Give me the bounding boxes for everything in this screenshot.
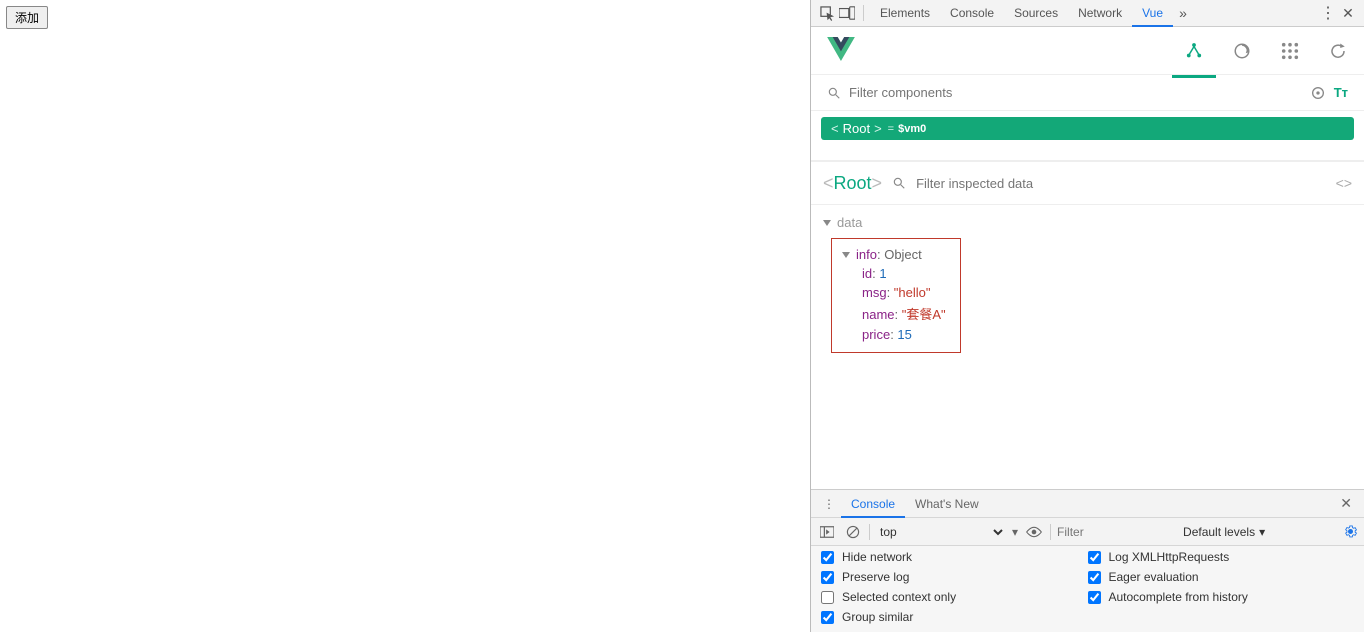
angle-open: < — [831, 121, 839, 136]
open-in-editor-icon[interactable]: <> — [1336, 175, 1352, 191]
separator — [1050, 524, 1051, 540]
prop-msg: msg: "hello" — [862, 283, 946, 302]
add-button[interactable]: 添加 — [6, 6, 48, 29]
tab-vue[interactable]: Vue — [1132, 0, 1173, 27]
tab-sources[interactable]: Sources — [1004, 0, 1068, 27]
search-icon — [827, 86, 841, 100]
device-toolbar-icon[interactable] — [837, 3, 857, 23]
opt-preserve-log[interactable]: Preserve log — [821, 570, 1088, 584]
angle-close: > — [874, 121, 882, 136]
more-tabs-icon[interactable]: » — [1173, 3, 1193, 23]
refresh-icon[interactable] — [1328, 41, 1348, 61]
opt-selected-context[interactable]: Selected context only — [821, 590, 1088, 604]
eq-sign: = — [888, 123, 894, 135]
tree-node-label: Root — [843, 121, 870, 136]
devtools-menu-icon[interactable]: ⋮ — [1318, 3, 1338, 23]
clear-console-icon[interactable] — [843, 522, 863, 542]
search-icon — [892, 176, 906, 190]
vuex-tab-icon[interactable] — [1232, 41, 1252, 61]
devtools-close-icon[interactable]: ✕ — [1338, 3, 1358, 23]
console-options: Hide network Log XMLHttpRequests Preserv… — [811, 546, 1364, 632]
console-toolbar: top ▾ Default levels▾ — [811, 518, 1364, 546]
opt-hide-network[interactable]: Hide network — [821, 550, 1088, 564]
drawer-close-icon[interactable]: ✕ — [1334, 495, 1358, 512]
log-levels-select[interactable]: Default levels▾ — [1183, 525, 1265, 539]
inspector-header: <Root> <> — [811, 161, 1364, 205]
events-tab-icon[interactable] — [1280, 41, 1300, 61]
drawer-tab-console[interactable]: Console — [841, 490, 905, 518]
tab-network[interactable]: Network — [1068, 0, 1132, 27]
inspector-filter-input[interactable] — [916, 176, 1326, 191]
prop-name: name: "套餐A" — [862, 302, 946, 325]
devtools-panel: Elements Console Sources Network Vue » ⋮… — [811, 0, 1364, 632]
console-filter-input[interactable] — [1057, 525, 1177, 539]
component-filter-bar: Tт — [811, 75, 1364, 111]
target-icon[interactable] — [1310, 85, 1326, 101]
data-object-box: info: Object id: 1 msg: "hello" name: "套… — [831, 238, 961, 353]
data-panel: data info: Object id: 1 msg: "hello" nam… — [811, 205, 1364, 489]
devtools-tabbar: Elements Console Sources Network Vue » ⋮… — [811, 0, 1364, 27]
object-header[interactable]: info: Object — [842, 245, 946, 264]
inspector-title: <Root> — [823, 173, 882, 194]
vue-logo-icon — [827, 37, 855, 65]
vm-ref: $vm0 — [898, 123, 926, 135]
caret-down-icon — [842, 252, 850, 258]
prop-price: price: 15 — [862, 325, 946, 344]
separator — [863, 5, 864, 21]
components-tab-icon[interactable] — [1184, 41, 1204, 61]
vue-devtools-header — [811, 27, 1364, 75]
component-tree: < Root > = $vm0 — [811, 111, 1364, 161]
separator — [869, 524, 870, 540]
format-icon[interactable]: Tт — [1334, 85, 1348, 100]
component-filter-input[interactable] — [849, 85, 1302, 100]
opt-group-similar[interactable]: Group similar — [821, 610, 1088, 624]
prop-id: id: 1 — [862, 264, 946, 283]
context-select[interactable]: top — [876, 524, 1006, 540]
tab-console[interactable]: Console — [940, 0, 1004, 27]
drawer-tab-whatsnew[interactable]: What's New — [905, 490, 989, 518]
opt-log-xhr[interactable]: Log XMLHttpRequests — [1088, 550, 1355, 564]
inspect-element-icon[interactable] — [817, 3, 837, 23]
drawer-tabs: ⋮ Console What's New ✕ — [811, 490, 1364, 518]
opt-autocomplete[interactable]: Autocomplete from history — [1088, 590, 1355, 604]
tree-node-root[interactable]: < Root > = $vm0 — [821, 117, 1354, 140]
live-expression-icon[interactable] — [1024, 522, 1044, 542]
sidebar-toggle-icon[interactable] — [817, 522, 837, 542]
drawer-menu-icon[interactable]: ⋮ — [817, 497, 841, 511]
vue-nav-icons — [1184, 41, 1348, 61]
caret-down-icon — [823, 220, 831, 226]
tab-elements[interactable]: Elements — [870, 0, 940, 27]
data-section-header[interactable]: data — [823, 215, 1352, 230]
opt-eager-eval[interactable]: Eager evaluation — [1088, 570, 1355, 584]
console-settings-icon[interactable] — [1343, 524, 1358, 539]
rendered-page: 添加 — [0, 0, 811, 632]
console-drawer: ⋮ Console What's New ✕ top ▾ Default lev… — [811, 489, 1364, 632]
dropdown-caret-icon: ▾ — [1012, 525, 1018, 539]
